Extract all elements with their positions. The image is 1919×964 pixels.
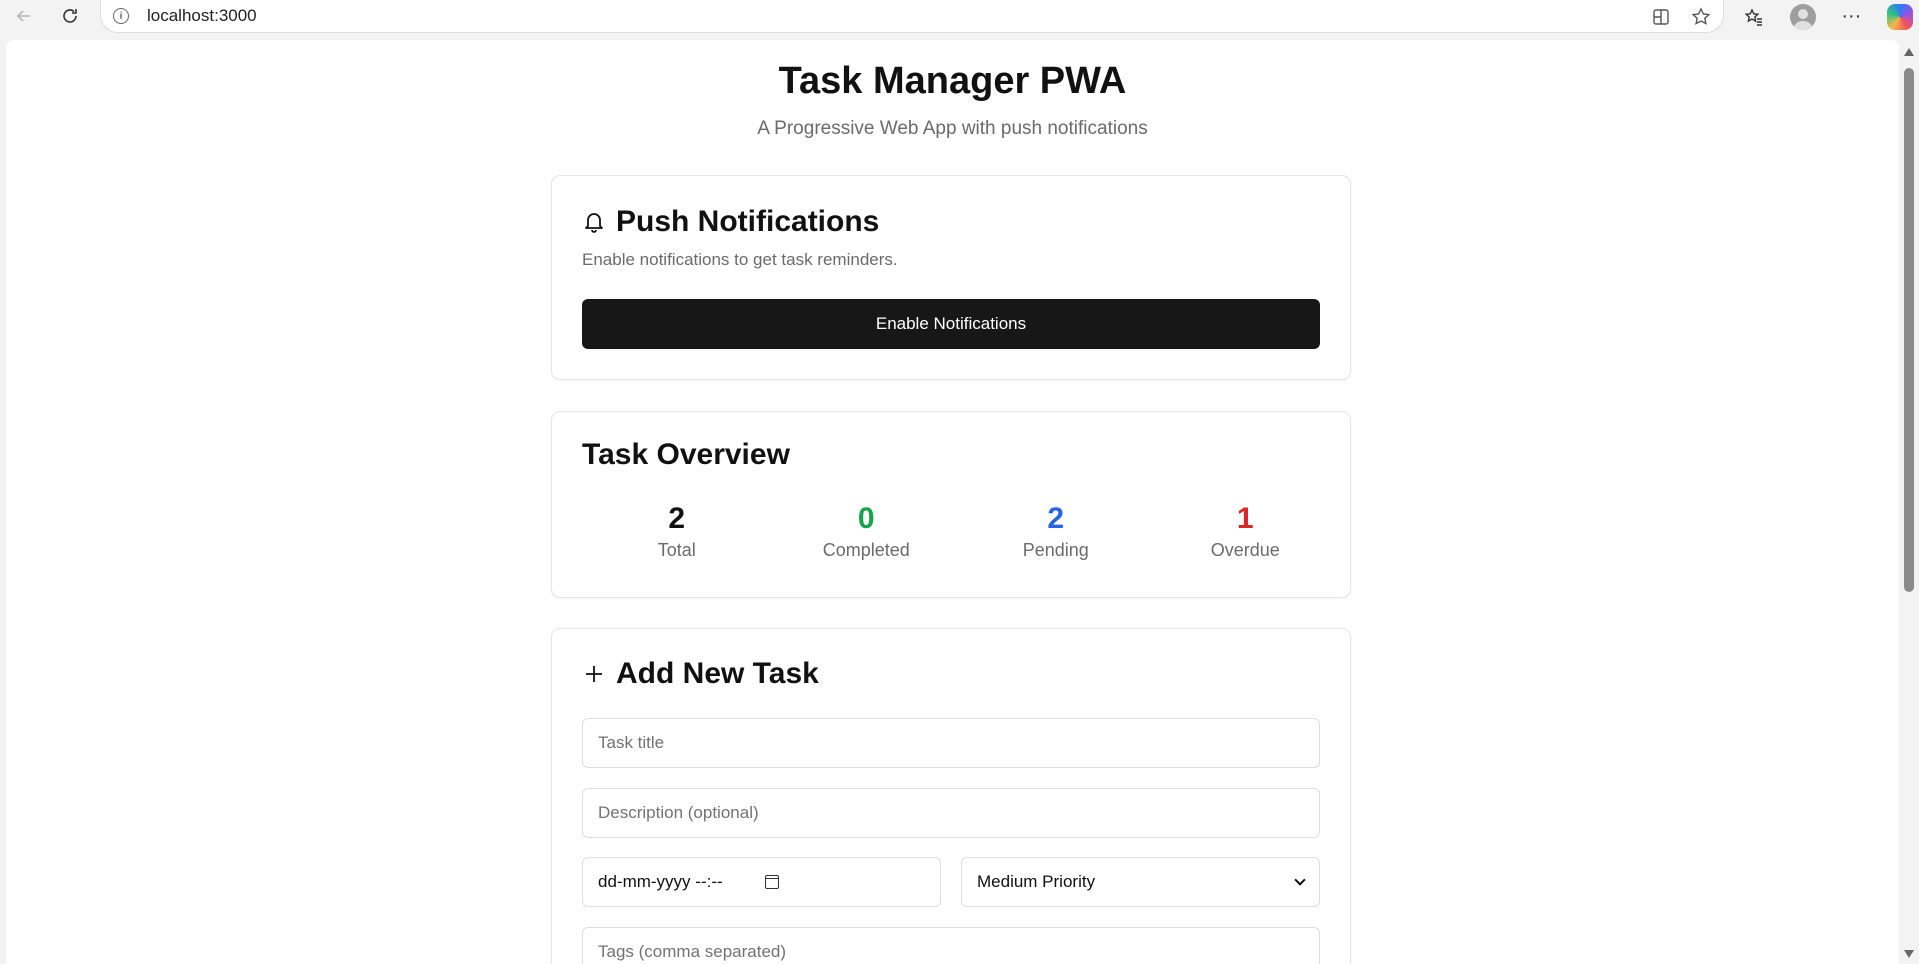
priority-select[interactable]: Medium Priority [961,857,1320,907]
due-date-input[interactable]: dd-mm-yyyy --:-- [582,857,941,907]
stat-completed-value: 0 [857,502,875,535]
favorites-icon[interactable] [1742,5,1766,29]
priority-selected-value: Medium Priority [977,872,1096,891]
stat-total-value: 2 [668,502,686,535]
add-task-heading: Add New Task [582,657,819,691]
chevron-down-icon [1294,873,1306,886]
task-stats: 2 Total 0 Completed 2 Pending 1 Overdue [582,502,1340,561]
task-title-input[interactable] [582,718,1320,768]
plus-icon [582,659,606,689]
scroll-up-arrow-icon[interactable] [1904,48,1914,56]
copilot-icon[interactable] [1886,3,1913,30]
page-title: Task Manager PWA [778,60,1127,102]
stat-pending-value: 2 [1047,502,1065,535]
push-notifications-card: Push Notifications Enable notifications … [551,175,1351,380]
scroll-thumb[interactable] [1904,68,1914,592]
more-icon[interactable]: ··· [1839,5,1863,29]
add-task-title: Add New Task [616,657,819,690]
push-notifications-title: Push Notifications [616,205,880,238]
stat-overdue-label: Overdue [1210,540,1280,560]
split-screen-icon[interactable] [1649,5,1673,29]
calendar-icon[interactable] [764,875,779,889]
stat-completed-label: Completed [822,540,910,560]
favorite-star-icon[interactable] [1689,5,1713,29]
enable-notifications-button[interactable]: Enable Notifications [582,299,1320,349]
browser-toolbar: i localhost:3000 ··· [0,0,1919,36]
scroll-down-arrow-icon[interactable] [1904,950,1914,958]
stat-overdue-value: 1 [1236,502,1254,535]
stat-completed: 0 Completed [772,502,962,561]
profile-icon[interactable] [1789,3,1816,30]
push-notifications-heading: Push Notifications [582,205,879,239]
page-viewport: Task Manager PWA A Progressive Web App w… [6,40,1899,964]
site-info-icon[interactable]: i [113,8,129,24]
stat-pending-label: Pending [1022,540,1089,560]
stat-overdue: 1 Overdue [1151,502,1341,561]
back-arrow-icon[interactable] [8,0,40,32]
stat-total: 2 Total [582,502,772,561]
bell-icon [582,207,606,237]
url-text[interactable]: localhost:3000 [147,6,257,26]
task-tags-input[interactable] [582,927,1320,964]
task-overview-card: Task Overview 2 Total 0 Completed 2 Pend… [551,411,1351,598]
stat-total-label: Total [657,540,696,560]
push-notifications-description: Enable notifications to get task reminde… [582,250,898,269]
reload-icon[interactable] [54,0,86,32]
address-bar[interactable]: i localhost:3000 [100,0,1724,33]
add-task-card: Add New Task dd-mm-yyyy --:-- Medium Pri… [551,628,1351,964]
task-overview-title: Task Overview [582,438,790,471]
page-subtitle: A Progressive Web App with push notifica… [757,118,1148,139]
due-date-value: dd-mm-yyyy --:-- [598,872,723,891]
stat-pending: 2 Pending [961,502,1151,561]
page-scrollbar[interactable] [1899,40,1919,964]
task-description-input[interactable] [582,788,1320,838]
